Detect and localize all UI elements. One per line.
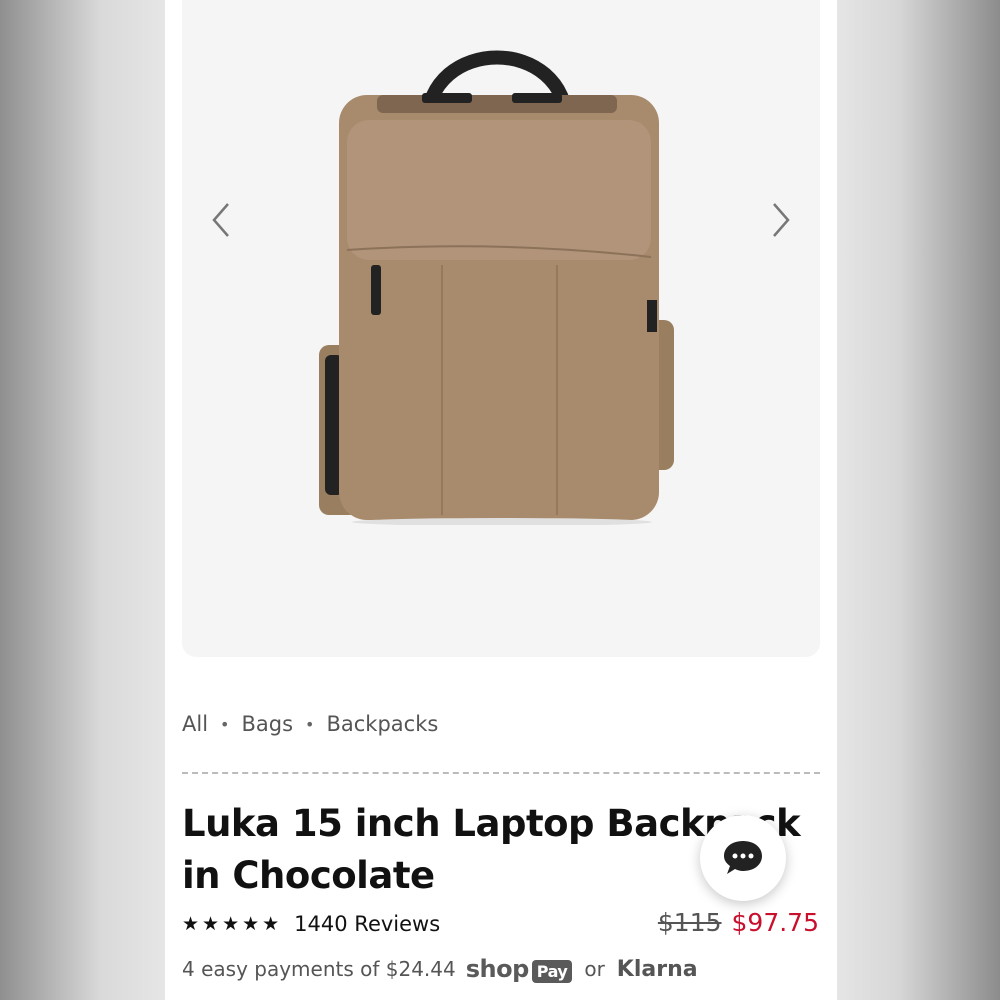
klarna-logo[interactable]: Klarna — [617, 957, 698, 982]
breadcrumb-separator: • — [305, 714, 315, 734]
product-gallery — [182, 0, 820, 657]
sale-price: $97.75 — [731, 908, 819, 937]
pay-badge: Pay — [531, 960, 573, 983]
breadcrumb-bags[interactable]: Bags — [241, 712, 293, 736]
chat-button[interactable] — [700, 815, 786, 901]
or-text: or — [584, 957, 605, 981]
star-rating-icon: ★★★★★ — [182, 913, 283, 935]
shop-text: shop — [465, 955, 530, 983]
breadcrumb-backpacks[interactable]: Backpacks — [326, 712, 438, 736]
divider — [182, 772, 820, 774]
installment-payments: 4 easy payments of $24.44 shop Pay or Kla… — [182, 955, 698, 983]
chevron-left-icon[interactable] — [204, 200, 240, 240]
breadcrumb-separator: • — [220, 714, 230, 734]
product-page: All • Bags • Backpacks Luka 15 inch Lapt… — [165, 0, 837, 1000]
chevron-right-icon[interactable] — [762, 200, 798, 240]
chat-bubble-icon — [724, 841, 762, 874]
breadcrumb-all[interactable]: All — [182, 712, 208, 736]
rating[interactable]: ★★★★★ 1440 Reviews — [182, 912, 440, 936]
reviews-count[interactable]: 1440 Reviews — [294, 912, 440, 936]
breadcrumb: All • Bags • Backpacks — [182, 712, 438, 736]
original-price: $115 — [657, 908, 722, 937]
product-image[interactable] — [317, 25, 687, 525]
installment-text: 4 easy payments of $24.44 — [182, 957, 456, 981]
shop-pay-logo[interactable]: shop Pay — [466, 955, 573, 983]
price-block: $115 $97.75 — [658, 908, 819, 937]
